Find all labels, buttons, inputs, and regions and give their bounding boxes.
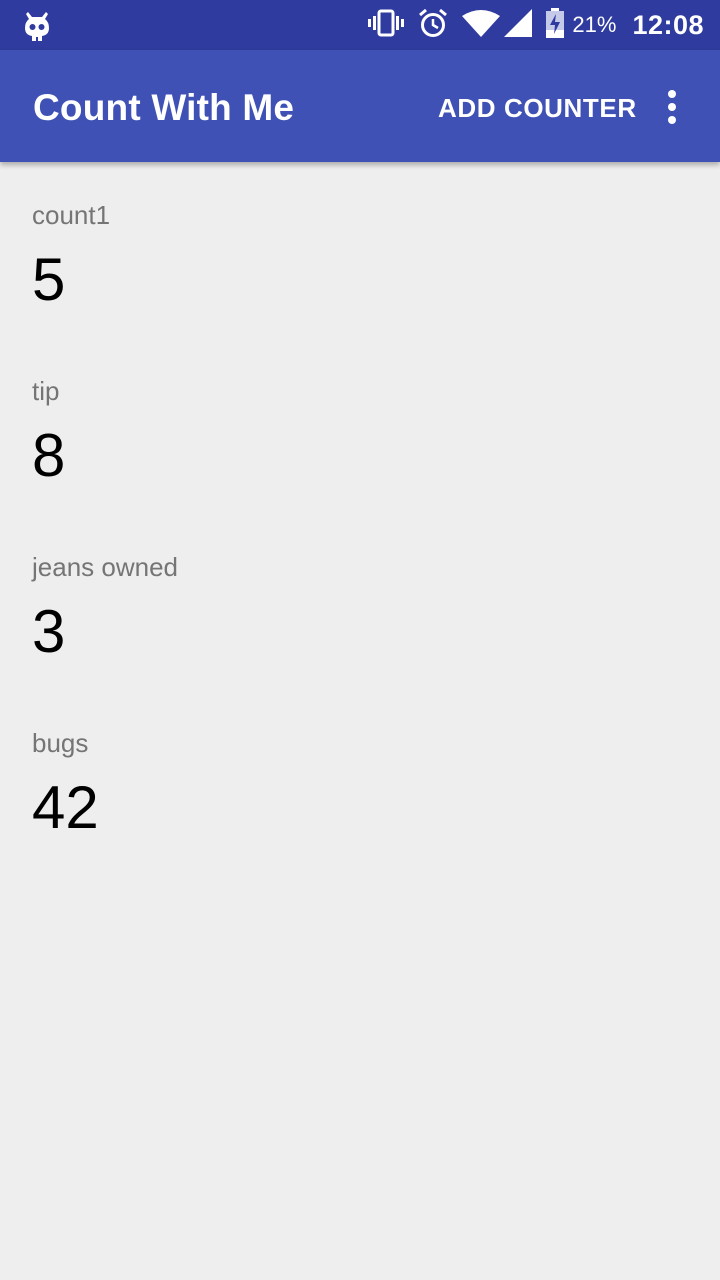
counter-item[interactable]: jeans owned 3	[0, 514, 720, 690]
wifi-icon	[462, 9, 501, 42]
status-clock: 12:08	[632, 9, 704, 40]
counter-value: 8	[32, 422, 66, 489]
counter-label: bugs	[32, 728, 89, 758]
app-bar: Count With Me ADD COUNTER	[0, 50, 720, 162]
counter-item[interactable]: count1 5	[0, 162, 720, 338]
app-title: Count With Me	[33, 87, 295, 128]
counter-item[interactable]: tip 8	[0, 338, 720, 514]
counter-label: count1	[32, 200, 111, 230]
counter-item[interactable]: bugs 42	[0, 690, 720, 866]
counter-value: 3	[32, 598, 66, 665]
battery-charging-icon	[546, 7, 565, 43]
alarm-icon	[418, 8, 448, 43]
counter-value: 5	[32, 246, 66, 313]
status-bar: 21% 12:08	[0, 0, 720, 50]
counter-label: tip	[32, 376, 60, 406]
signal-icon	[504, 8, 533, 42]
counter-list: count1 5 tip 8 jeans owned 3 bugs 42	[0, 162, 720, 866]
battery-percent: 21%	[572, 12, 617, 37]
vibrate-icon	[368, 9, 405, 42]
cyanogen-mod-icon	[22, 10, 52, 42]
more-vert-icon[interactable]	[656, 86, 688, 128]
counter-label: jeans owned	[32, 552, 178, 582]
add-counter-button[interactable]: ADD COUNTER	[438, 93, 637, 124]
counter-value: 42	[32, 774, 99, 841]
